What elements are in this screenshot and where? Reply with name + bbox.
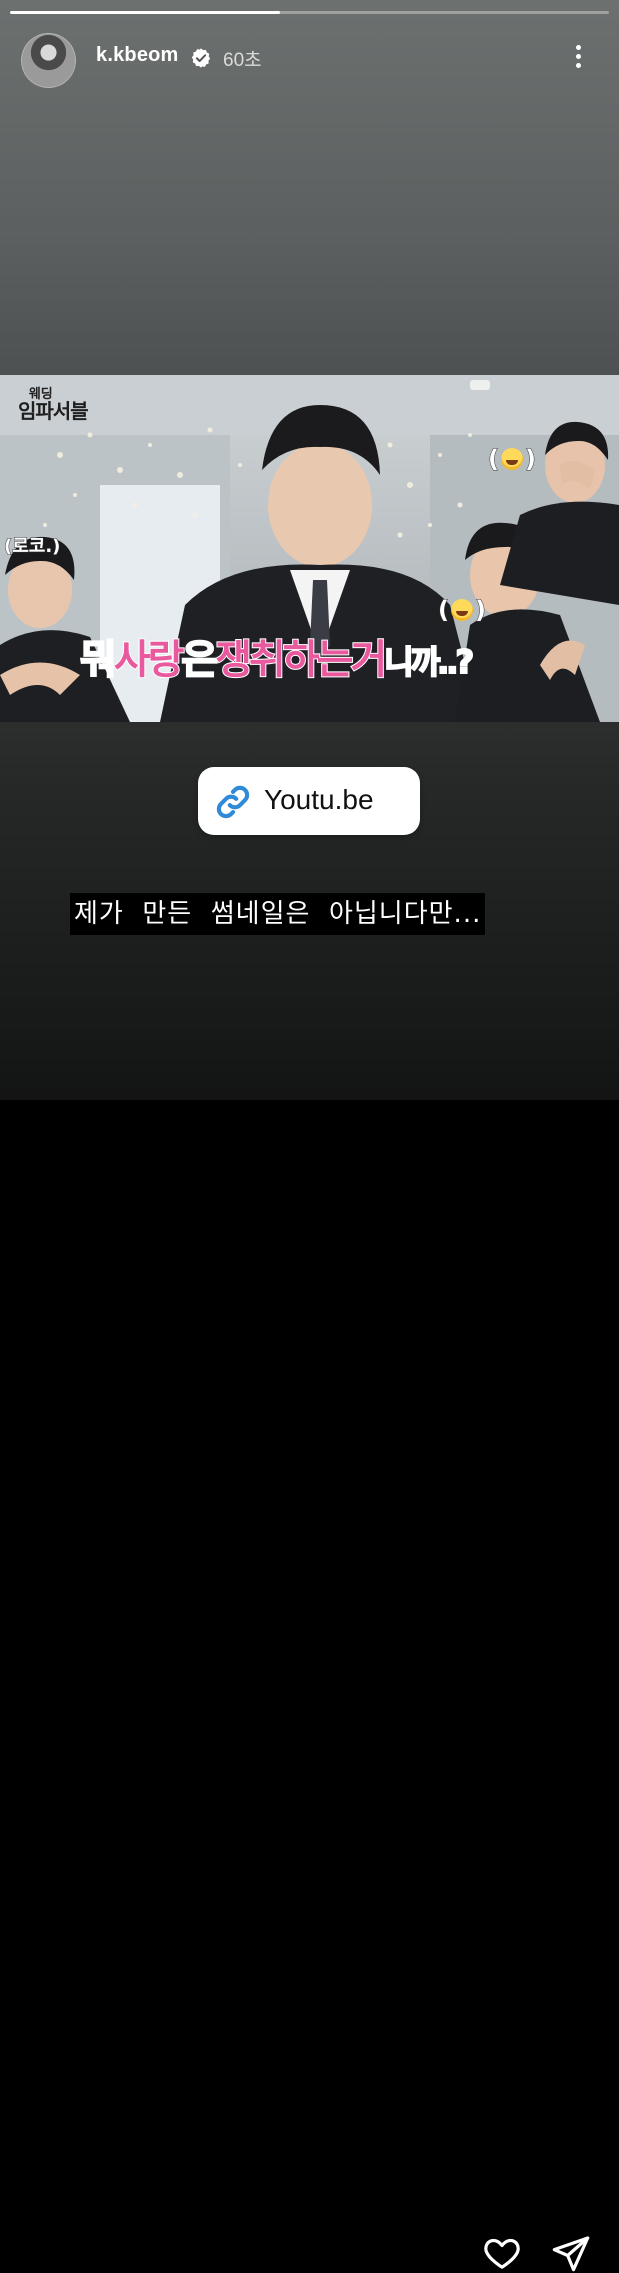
- link-sticker[interactable]: Youtu.be: [198, 767, 420, 835]
- send-icon[interactable]: [551, 2233, 591, 2273]
- story-header: k.kbeom 60초: [0, 30, 619, 90]
- verified-badge-icon: [191, 48, 211, 68]
- username[interactable]: k.kbeom: [96, 44, 179, 67]
- subtitle-part: 거: [349, 636, 388, 684]
- avatar[interactable]: [21, 33, 76, 88]
- youtube-thumbnail-image: 웨딩 임파서블 (로코.) () () 뭐사랑은쟁취하는거니까..?: [0, 375, 619, 722]
- more-options-icon[interactable]: [566, 42, 590, 74]
- link-sticker-label: Youtu.be: [264, 784, 374, 815]
- story-progress-bar: [10, 11, 609, 14]
- laughing-emoji-tag: (): [488, 445, 537, 474]
- tears-of-joy-emoji-icon: [450, 599, 473, 621]
- link-icon: [216, 785, 250, 819]
- thumbnail-subtitle: 뭐사랑은쟁취하는거니까..?: [79, 627, 475, 685]
- story-timestamp: 60초: [223, 50, 262, 71]
- heart-icon[interactable]: [481, 2233, 523, 2273]
- subtitle-part: 사랑: [113, 636, 186, 684]
- logo-big-text: 임파서블: [18, 399, 89, 423]
- tears-of-joy-emoji-tag: (): [438, 596, 487, 625]
- story-viewer[interactable]: k.kbeom 60초 웨딩 임파서블 (로코.) () () 뭐사랑은쟁취…: [0, 0, 619, 1100]
- story-footer: [0, 1100, 619, 2272]
- subtitle-part: 니까..?: [383, 642, 475, 682]
- caption-left: (로코.): [3, 536, 61, 558]
- subtitle-part: 뭐: [79, 636, 118, 684]
- show-logo: 웨딩 임파서블: [18, 388, 89, 423]
- story-text-overlay: 제가 만든 썸네일은 아닙니다만...: [70, 893, 486, 935]
- story-progress-fill: [10, 11, 280, 14]
- laughing-emoji-icon: [500, 448, 523, 470]
- subtitle-part: 은: [180, 636, 219, 684]
- subtitle-part: 쟁취하는: [214, 636, 354, 684]
